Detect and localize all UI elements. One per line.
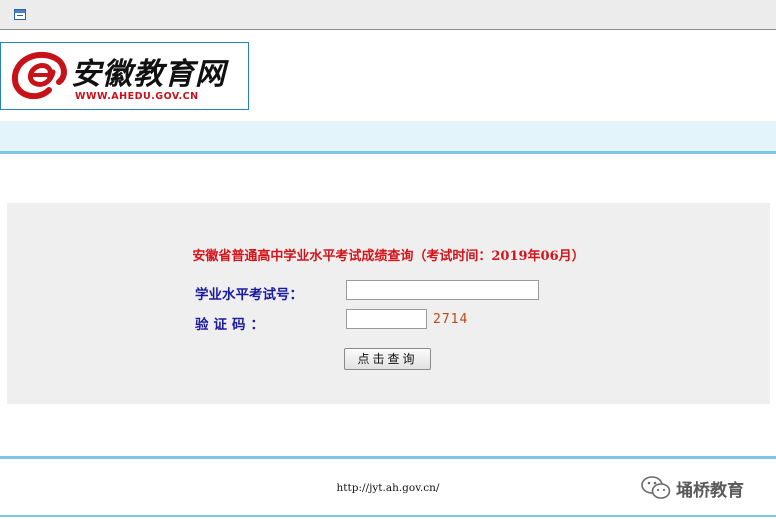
query-panel: 安徽省普通高中学业水平考试成绩查询（考试时间：2019年06月） 学业水平考试号… — [7, 203, 770, 404]
logo-title: 安徽教育网 — [71, 57, 226, 92]
watermark-text: 埇桥教育 — [676, 481, 744, 501]
e-at-logo-icon — [11, 51, 67, 100]
nav-band — [0, 121, 776, 151]
exam-number-input[interactable] — [346, 280, 539, 300]
logo-url: WWW.AHEDU.GOV.CN — [75, 91, 199, 102]
captcha-label: 验证码： — [195, 317, 269, 333]
site-logo[interactable]: 安徽教育网 WWW.AHEDU.GOV.CN — [0, 42, 249, 110]
page-icon[interactable] — [14, 9, 26, 20]
footer-divider — [0, 456, 776, 459]
query-submit-button[interactable]: 点击查询 — [344, 348, 431, 370]
bottom-divider — [0, 515, 776, 517]
nav-divider — [0, 151, 776, 154]
captcha-input[interactable] — [346, 309, 427, 329]
browser-toolbar — [0, 0, 776, 30]
exam-number-label: 学业水平考试号： — [195, 287, 303, 303]
wechat-icon — [641, 476, 671, 499]
captcha-code: 2714 — [433, 312, 469, 327]
query-title: 安徽省普通高中学业水平考试成绩查询（考试时间：2019年06月） — [192, 249, 585, 264]
